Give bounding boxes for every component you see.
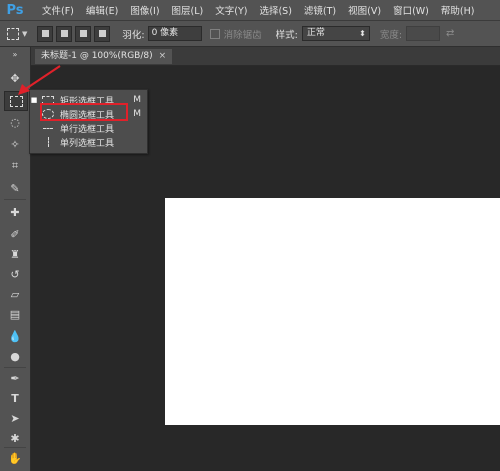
history-brush-tool-icon[interactable]: ↺ [4,265,26,283]
photoshop-logo: Ps [6,2,24,18]
collapse-icon[interactable]: » [4,50,26,59]
crop-tool-icon[interactable]: ⌗ [4,157,26,175]
flyout-item-label: 单列选框工具 [60,138,115,149]
pen-tool-icon[interactable]: ✒ [4,369,26,387]
clone-stamp-tool-icon[interactable]: ♜ [4,245,26,263]
chevron-down-icon: ▼ [22,29,28,38]
menu-select[interactable]: 选择(S) [253,3,297,17]
annotation-highlight-box [40,103,128,121]
document-tab[interactable]: 未标题-1 @ 100%(RGB/8) × [35,49,173,64]
quick-select-tool-icon[interactable]: ✧ [4,135,26,153]
menu-file[interactable]: 文件(F) [36,3,80,17]
antialias-label: 消除锯齿 [223,29,262,41]
brush-tool-icon[interactable]: ✐ [4,225,26,243]
menu-view[interactable]: 视图(V) [342,3,387,17]
intersect-selection-button[interactable] [94,25,111,42]
shape-tool-icon[interactable]: ✱ [4,429,26,447]
healing-brush-tool-icon[interactable]: ✚ [4,203,26,221]
single-row-marquee-icon [42,123,54,133]
toolbar-divider [4,367,26,368]
menu-bar: Ps 文件(F) 编辑(E) 图像(I) 图层(L) 文字(Y) 选择(S) 滤… [0,0,500,21]
flyout-item-shortcut: M [133,95,141,105]
marquee-tool-flyout: ■ 矩形选框工具 M 椭圆选框工具 M 单行选框工具 单列选框工具 [29,89,148,154]
single-column-marquee-icon [42,137,54,147]
menu-help[interactable]: 帮助(H) [435,3,481,17]
annotation-arrow-icon [18,65,61,95]
menu-layer[interactable]: 图层(L) [166,3,210,17]
options-bar: ▼ 羽化: 0 像素 消除锯齿 样式: 正常 ⬍ 宽度: ⇄ [0,21,500,47]
path-select-tool-icon[interactable]: ➤ [4,409,26,427]
flyout-item-shortcut: M [133,109,141,119]
dodge-tool-icon[interactable]: ● [4,347,26,365]
feather-label: 羽化: [122,29,145,41]
gradient-tool-icon[interactable]: ▤ [4,305,26,323]
menu-edit[interactable]: 编辑(E) [80,3,124,17]
width-input[interactable] [406,26,441,41]
menu-image[interactable]: 图像(I) [124,3,165,17]
menu-type[interactable]: 文字(Y) [209,3,253,17]
width-label: 宽度: [379,29,403,41]
menu-items: 文件(F) 编辑(E) 图像(I) 图层(L) 文字(Y) 选择(S) 滤镜(T… [36,3,480,17]
tools-panel: » ✥ ◌ ✧ ⌗ ✎ ✚ ✐ ♜ ↺ ▱ ▤ 💧 ● ✒ T ➤ ✱ ✋ [0,47,31,471]
style-select[interactable]: 正常 ⬍ [301,26,370,41]
subtract-selection-button[interactable] [75,25,92,42]
toolbar-divider [4,447,26,448]
antialias-checkbox[interactable] [209,28,220,39]
document-tab-bar: 未标题-1 @ 100%(RGB/8) × [31,47,500,66]
flyout-item-single-row-marquee[interactable]: 单行选框工具 [30,121,147,135]
flyout-item-single-column-marquee[interactable]: 单列选框工具 [30,135,147,149]
menu-filter[interactable]: 滤镜(T) [298,3,342,17]
lasso-tool-icon[interactable]: ◌ [4,113,26,131]
feather-input[interactable]: 0 像素 [147,26,202,41]
menu-window[interactable]: 窗口(W) [387,3,435,17]
rect-marquee-icon [7,27,19,40]
style-label: 样式: [275,29,298,41]
flyout-item-label: 单行选框工具 [60,124,115,135]
swap-icon[interactable]: ⇄ [446,28,454,39]
type-tool-icon[interactable]: T [4,389,26,407]
close-icon[interactable]: × [159,49,167,64]
eyedropper-tool-icon[interactable]: ✎ [4,179,26,197]
eraser-tool-icon[interactable]: ▱ [4,285,26,303]
toolbar-divider [4,199,26,200]
add-selection-button[interactable] [56,25,73,42]
chevron-updown-icon: ⬍ [359,29,366,38]
hand-tool-icon[interactable]: ✋ [4,449,26,467]
tool-preset-picker[interactable] [6,27,20,41]
blur-tool-icon[interactable]: 💧 [4,327,26,345]
document-canvas[interactable] [165,198,500,425]
style-select-value: 正常 [306,28,325,38]
new-selection-button[interactable] [37,25,54,42]
document-tab-title: 未标题-1 @ 100%(RGB/8) [41,51,153,61]
